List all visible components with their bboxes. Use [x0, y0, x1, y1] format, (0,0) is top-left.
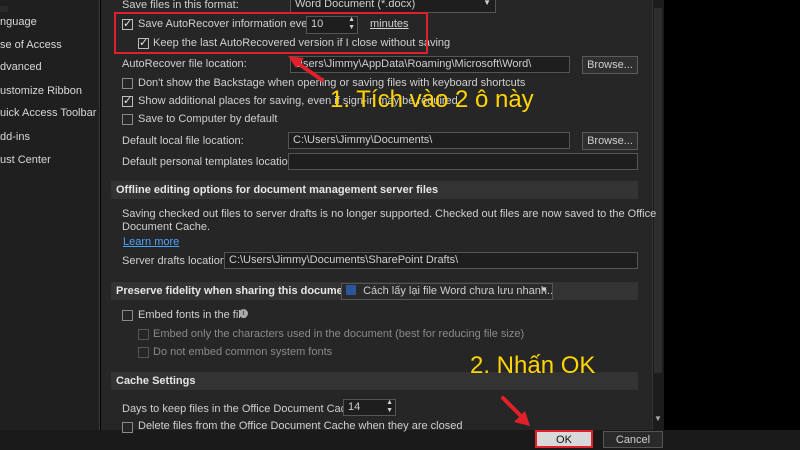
annotation-arrows — [288, 56, 530, 426]
annotation-arrow-1-icon — [288, 56, 324, 82]
annotation-arrow-2-icon — [501, 396, 530, 426]
